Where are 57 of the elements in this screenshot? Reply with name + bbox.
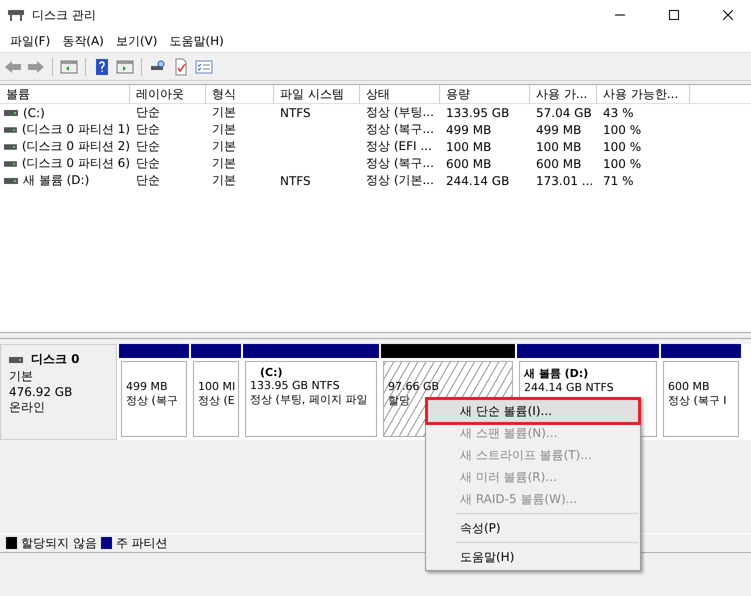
partition-text: 499 MB [126,380,169,393]
table-cell: NTFS [280,106,311,120]
table-cell: 기본 [212,172,236,189]
table-cell: 43 % [603,106,634,120]
table-cell: 100 % [603,140,642,154]
partition-text: 할당 [388,393,411,408]
table-cell: 133.95 GB [446,106,510,120]
disk-size: 476.92 GB [9,385,74,399]
table-cell: 244.14 GB [446,174,510,188]
table-cell: 499 MB [446,122,492,136]
table-cell: 기본 [212,104,236,121]
partition-text: 244.14 GB NTFS [524,381,615,394]
partition-text: 정상 (복구 I [668,393,728,408]
table-cell: 단순 [136,138,160,155]
table-cell: 100 % [603,156,642,170]
table-cell: 100 MB [446,140,492,154]
table-cell: (디스크 0 파티션 2) [22,138,130,155]
table-cell: 단순 [136,155,160,172]
table-cell: 100 MB [536,140,582,154]
table-cell: 173.01 ... [536,174,594,188]
table-cell: 단순 [136,172,160,189]
partition-title: (C:) [259,366,284,379]
table-cell: (C:) [23,106,45,120]
window-title: 디스크 관리 [32,6,97,24]
table-cell: 새 볼륨 (D:) [23,172,90,189]
table-cell: 정상 (복구... [366,121,434,138]
table-cell: 600 MB [536,156,582,170]
partition-title: 새 볼륨 (D:) [524,366,590,381]
disk-name: 디스크 0 [31,351,80,368]
partition-text: 정상 (E [198,393,234,408]
table-cell: 단순 [136,121,160,138]
partition-text: 100 MI [198,380,234,393]
table-cell: 정상 (EFI ... [366,138,432,155]
table-cell: NTFS [280,174,311,188]
partition-text: 133.95 GB NTFS [250,379,341,392]
table-cell: 600 MB [446,156,492,170]
table-cell: 57.04 GB [536,106,592,120]
legend-label: 할당되지 않음 [21,534,97,552]
table-cell: 정상 (복구... [366,155,434,172]
table-cell: 기본 [212,155,236,172]
table-cell: (디스크 0 파티션 6) [22,155,130,172]
partition-text: 정상 (부팅, 페이지 파일 [250,392,368,407]
disk-type: 기본 [9,368,34,385]
legend-label: 주 파티션 [116,534,168,552]
partition-text: 600 MB [668,380,711,393]
partition-text: 97.66 GB [388,380,440,393]
table-cell: 정상 (기본... [366,172,434,189]
table-cell: 100 % [603,122,642,136]
table-cell: (디스크 0 파티션 1) [22,121,130,138]
table-cell: 71 % [603,174,634,188]
table-cell: 기본 [212,138,236,155]
partition-text: 정상 (복구 [126,393,179,408]
table-cell: 단순 [136,104,160,121]
disk-status: 온라인 [9,399,46,416]
table-cell: 기본 [212,121,236,138]
table-cell: 정상 (부팅... [366,104,434,121]
table-cell: 499 MB [536,122,582,136]
